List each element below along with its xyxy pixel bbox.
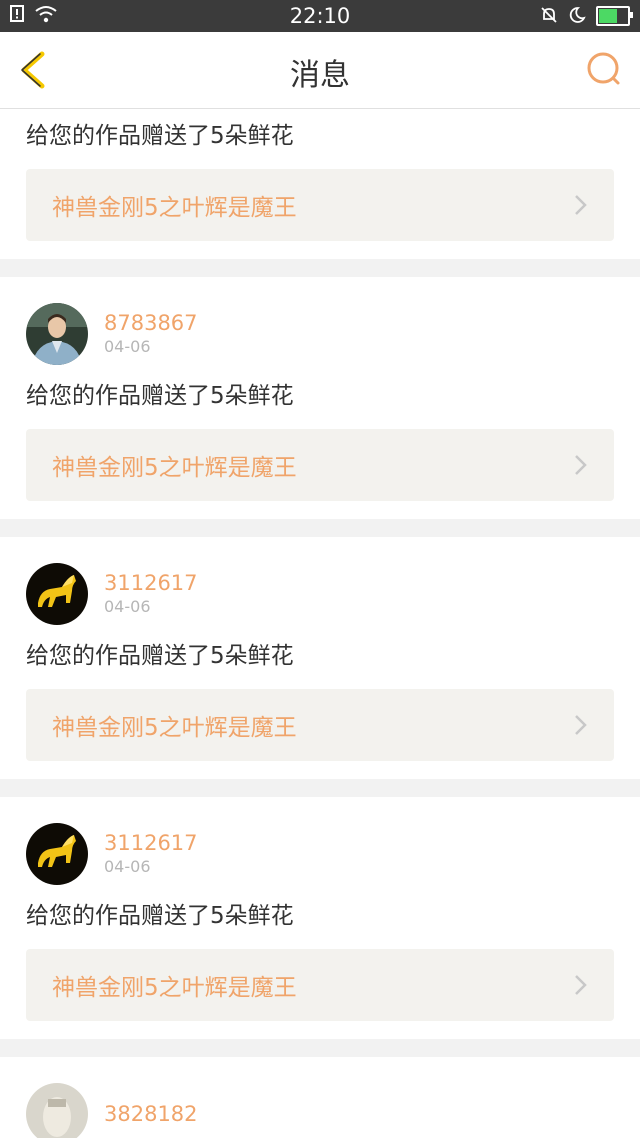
golden-horse-avatar-icon: [26, 563, 88, 625]
date: 04-06: [104, 337, 151, 356]
user-row: 3112617 04-06: [26, 563, 614, 625]
search-button[interactable]: [584, 50, 624, 90]
battery-icon: [596, 6, 633, 26]
message-card: 8783867 04-06 给您的作品赠送了5朵鲜花 神兽金刚5之叶辉是魔王: [0, 277, 640, 519]
search-icon: [587, 52, 620, 85]
navigation-bar: 消息: [0, 32, 640, 109]
user-meta: 3112617 04-06: [104, 570, 198, 618]
battery-level: [599, 9, 617, 23]
work-link[interactable]: 神兽金刚5之叶辉是魔王: [26, 169, 614, 241]
page-title: 消息: [290, 58, 350, 93]
avatar[interactable]: [26, 1083, 88, 1138]
work-link[interactable]: 神兽金刚5之叶辉是魔王: [26, 949, 614, 1021]
chevron-right-icon: [575, 975, 587, 995]
message-text: 给您的作品赠送了5朵鲜花: [26, 643, 294, 669]
date: 04-06: [104, 597, 151, 616]
chevron-right-icon: [575, 715, 587, 735]
username[interactable]: 8783867: [104, 310, 198, 336]
message-card: 3828182: [0, 1057, 640, 1138]
do-not-disturb-icon: [569, 7, 586, 23]
work-title: 神兽金刚5之叶辉是魔王: [52, 195, 297, 221]
chevron-right-icon: [575, 455, 587, 475]
person-avatar-icon: [26, 303, 88, 365]
user-row: 8783867 04-06: [26, 303, 614, 365]
user-meta: 8783867 04-06: [104, 310, 198, 358]
user-row: 3112617 04-06: [26, 823, 614, 885]
avatar[interactable]: [26, 563, 88, 625]
username[interactable]: 3828182: [104, 1101, 198, 1127]
message-text: 给您的作品赠送了5朵鲜花: [26, 383, 294, 409]
user-row: 3828182: [26, 1083, 614, 1138]
work-link[interactable]: 神兽金刚5之叶辉是魔王: [26, 689, 614, 761]
chevron-right-icon: [575, 195, 587, 215]
user-meta: 3828182: [104, 1101, 198, 1127]
golden-horse-avatar-icon: [26, 823, 88, 885]
statue-avatar-icon: [26, 1083, 88, 1138]
work-title: 神兽金刚5之叶辉是魔王: [52, 455, 297, 481]
status-right-icons: [540, 4, 633, 26]
work-title: 神兽金刚5之叶辉是魔王: [52, 715, 297, 741]
work-title: 神兽金刚5之叶辉是魔王: [52, 975, 297, 1001]
message-card: 3112617 04-06 给您的作品赠送了5朵鲜花 神兽金刚5之叶辉是魔王: [0, 537, 640, 779]
avatar[interactable]: [26, 823, 88, 885]
message-text: 给您的作品赠送了5朵鲜花: [26, 123, 294, 149]
message-list[interactable]: 给您的作品赠送了5朵鲜花 神兽金刚5之叶辉是魔王 8783867 04-06 给…: [0, 109, 640, 1138]
message-text: 给您的作品赠送了5朵鲜花: [26, 903, 294, 929]
avatar[interactable]: [26, 303, 88, 365]
username[interactable]: 3112617: [104, 570, 198, 596]
mute-icon: [541, 7, 557, 23]
message-card: 3112617 04-06 给您的作品赠送了5朵鲜花 神兽金刚5之叶辉是魔王: [0, 797, 640, 1039]
date: 04-06: [104, 857, 151, 876]
work-link[interactable]: 神兽金刚5之叶辉是魔王: [26, 429, 614, 501]
user-meta: 3112617 04-06: [104, 830, 198, 878]
message-card: 给您的作品赠送了5朵鲜花 神兽金刚5之叶辉是魔王: [0, 109, 640, 259]
status-bar: 22:10: [0, 0, 640, 32]
username[interactable]: 3112617: [104, 830, 198, 856]
